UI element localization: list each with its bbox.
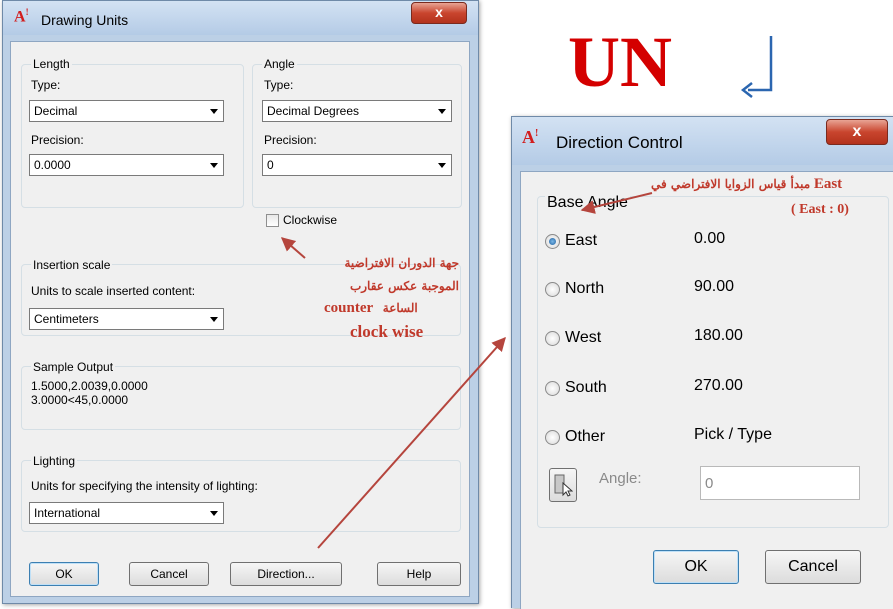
angle-type-value: Decimal Degrees [267,104,360,118]
lighting-units-value: International [34,506,101,520]
option-value-west: 180.00 [694,327,743,344]
direction-ok-button[interactable]: OK [653,550,739,584]
annotation-rotation-ar: الساعة [382,301,418,315]
length-precision-select[interactable]: 0.0000 [29,154,224,176]
chevron-down-icon [210,163,218,168]
option-value-other: Pick / Type [694,426,772,443]
pick-point-icon [554,474,574,497]
drawing-units-client: Length Type: Decimal Precision: 0.0000 A… [10,41,470,597]
drawing-units-close-button[interactable]: x [411,2,467,24]
option-value-south: 270.00 [694,377,743,394]
annotation-base-angle: مبدأ قياس الزوايا الافتراضي في East [651,176,843,193]
annotation-rotation-line2: الموجبة عكس عقارب [349,279,459,293]
option-label-other: Other [565,428,606,445]
sample-output-line1: 1.5000,2.0039,0.0000 [31,379,148,393]
radio-north[interactable] [545,282,560,297]
angle-group-label: Angle [262,57,297,71]
length-precision-value: 0.0000 [34,158,71,172]
cancel-button[interactable]: Cancel [129,562,209,586]
option-label-south: South [565,379,607,396]
insertion-group-label: Insertion scale [31,258,113,272]
angle-precision-select[interactable]: 0 [262,154,452,176]
chevron-down-icon [210,109,218,114]
annotation-base-angle-en: East [813,176,843,192]
annotation-rotation-line1: جهة الدوران الافتراضية [344,256,460,270]
clockwise-label: Clockwise [283,213,338,227]
length-group-label: Length [31,57,72,71]
angle-type-label: Type: [264,78,294,92]
big-title: UN [568,22,672,102]
insertion-units-select[interactable]: Centimeters [29,308,224,330]
option-label-west: West [565,329,602,346]
angle-precision-value: 0 [267,158,274,172]
autocad-icon: A! [14,7,29,26]
chevron-down-icon [438,163,446,168]
option-value-north: 90.00 [694,278,735,295]
sample-output-group-label: Sample Output [31,360,116,374]
clockwise-checkbox[interactable] [266,214,279,227]
angle-input-value: 0 [705,475,714,492]
annotation-rotation-line3: counter الساعة [324,300,418,317]
insertion-units-value: Centimeters [34,312,99,326]
radio-west[interactable] [545,331,560,346]
pick-angle-button[interactable] [549,468,577,502]
length-precision-label: Precision: [31,133,84,147]
angle-precision-label: Precision: [264,133,317,147]
option-label-north: North [565,280,605,297]
ok-button[interactable]: OK [29,562,99,586]
direction-control-title: Direction Control [556,133,683,152]
chevron-down-icon [210,317,218,322]
direction-control-client: Base Angle East 0.00 North 90.00 West 18… [520,171,893,609]
annotation-base-angle-line2: ( East : 0) [791,202,849,218]
direction-button[interactable]: Direction... [230,562,342,586]
lighting-units-label: Units for specifying the intensity of li… [31,479,258,493]
drawing-units-title: Drawing Units [41,12,129,28]
length-type-value: Decimal [34,104,78,118]
chevron-down-icon [438,109,446,114]
radio-south[interactable] [545,381,560,396]
autocad-icon: A! [522,127,539,147]
angle-label: Angle: [599,470,642,487]
annotation-base-angle-ar: مبدأ قياس الزوايا الافتراضي في [651,177,811,191]
chevron-down-icon [210,511,218,516]
direction-control-close-button[interactable]: x [826,119,888,145]
option-label-east: East [565,232,598,249]
length-type-select[interactable]: Decimal [29,100,224,122]
lighting-group-label: Lighting [31,454,78,468]
base-angle-group-label: Base Angle [545,194,630,212]
option-value-east: 0.00 [694,230,726,247]
radio-other[interactable] [545,430,560,445]
insertion-units-label: Units to scale inserted content: [31,284,196,298]
annotation-rotation-en: counter [324,300,374,316]
lighting-units-select[interactable]: International [29,502,224,524]
radio-east[interactable] [545,234,560,249]
direction-cancel-button[interactable]: Cancel [765,550,861,584]
angle-input[interactable]: 0 [700,466,860,500]
help-button[interactable]: Help [377,562,461,586]
annotation-rotation-line4: clock wise [350,322,424,341]
length-type-label: Type: [31,78,61,92]
sample-output-line2: 3.0000<45,0.0000 [31,393,129,407]
return-arrow-icon [740,36,773,98]
angle-type-select[interactable]: Decimal Degrees [262,100,452,122]
